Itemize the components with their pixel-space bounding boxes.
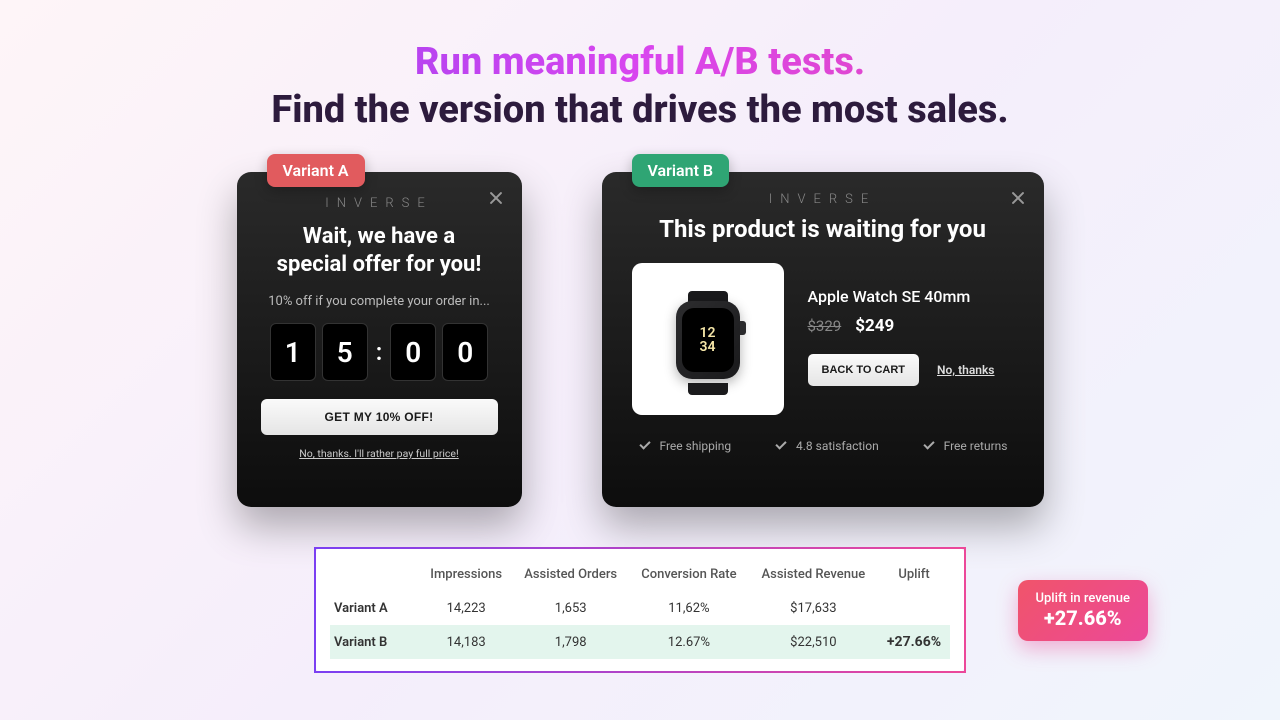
- variant-b-title: This product is waiting for you: [632, 215, 1014, 243]
- uplift-badge-label: Uplift in revenue: [1036, 591, 1131, 606]
- variant-a-wrap: Variant A INVERSE Wait, we have a specia…: [237, 172, 522, 507]
- decline-link[interactable]: No, thanks. I'll rather pay full price!: [261, 447, 498, 460]
- stats-table: Impressions Assisted Orders Conversion R…: [314, 547, 966, 673]
- product-image: 1234: [632, 263, 784, 415]
- uplift-badge-value: +27.66%: [1036, 606, 1131, 630]
- variant-a-card: INVERSE Wait, we have a special offer fo…: [237, 172, 522, 507]
- variant-a-subtext: 10% off if you complete your order in...: [261, 294, 498, 309]
- check-icon: [638, 440, 651, 453]
- timer-digit: 0: [442, 323, 488, 381]
- variant-a-badge: Variant A: [267, 154, 365, 187]
- timer-colon: :: [374, 338, 385, 366]
- product-info: Apple Watch SE 40mm $329 $249 BACK TO CA…: [808, 263, 1014, 386]
- headline-top: Run meaningful A/B tests.: [0, 40, 1280, 84]
- timer-digit: 5: [322, 323, 368, 381]
- variant-b-badge: Variant B: [632, 154, 730, 187]
- product-prices: $329 $249: [808, 316, 1014, 336]
- timer-digit: 1: [270, 323, 316, 381]
- stats-section: Impressions Assisted Orders Conversion R…: [0, 547, 1280, 673]
- timer-digit: 0: [390, 323, 436, 381]
- brand-logo: INVERSE: [261, 196, 498, 211]
- get-offer-button[interactable]: GET MY 10% OFF!: [261, 399, 498, 435]
- brand-logo: INVERSE: [632, 192, 1014, 207]
- headline-bottom: Find the version that drives the most sa…: [0, 88, 1280, 132]
- price-old: $329: [808, 317, 842, 335]
- benefits-row: Free shipping 4.8 satisfaction Free retu…: [632, 439, 1014, 453]
- benefit-item: Free returns: [922, 439, 1008, 453]
- table-row: Variant A 14,223 1,653 11,62% $17,633: [330, 592, 950, 625]
- benefit-item: Free shipping: [638, 439, 732, 453]
- countdown-timer: 1 5 : 0 0: [261, 323, 498, 381]
- variant-a-title: Wait, we have a special offer for you!: [261, 223, 498, 278]
- price-new: $249: [855, 316, 894, 336]
- benefit-item: 4.8 satisfaction: [774, 439, 879, 453]
- uplift-badge: Uplift in revenue +27.66%: [1018, 580, 1149, 641]
- close-icon[interactable]: [1008, 188, 1028, 208]
- table-header-row: Impressions Assisted Orders Conversion R…: [330, 561, 950, 592]
- close-icon[interactable]: [486, 188, 506, 208]
- variant-b-wrap: Variant B INVERSE This product is waitin…: [602, 172, 1044, 507]
- check-icon: [922, 440, 935, 453]
- headline: Run meaningful A/B tests. Find the versi…: [0, 40, 1280, 132]
- decline-link[interactable]: No, thanks: [937, 363, 994, 377]
- product-name: Apple Watch SE 40mm: [808, 287, 1014, 306]
- table-row: Variant B 14,183 1,798 12.67% $22,510 +2…: [330, 625, 950, 659]
- product-row: 1234 Apple Watch SE 40mm $329 $249 BACK …: [632, 263, 1014, 415]
- check-icon: [774, 440, 787, 453]
- variant-b-card: INVERSE This product is waiting for you …: [602, 172, 1044, 507]
- back-to-cart-button[interactable]: BACK TO CART: [808, 354, 920, 386]
